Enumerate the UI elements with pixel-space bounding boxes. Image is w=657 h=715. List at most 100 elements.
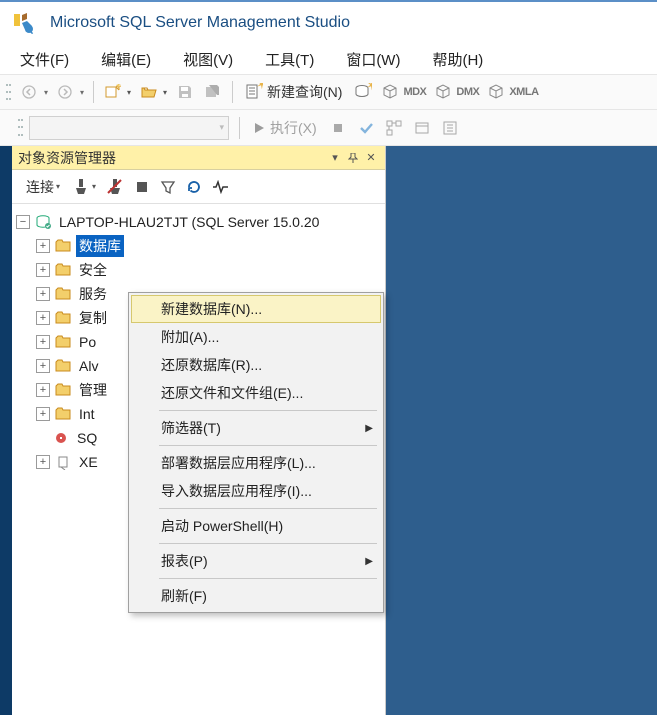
- expand-icon[interactable]: +: [36, 287, 50, 301]
- activity-icon[interactable]: [208, 175, 234, 199]
- tree-label: 管理: [76, 379, 110, 401]
- debug-button[interactable]: [325, 115, 351, 141]
- menu-edit[interactable]: 编辑(E): [87, 45, 165, 74]
- ctx-filter[interactable]: 筛选器(T)▶: [131, 414, 381, 442]
- intellisense-button[interactable]: [437, 115, 463, 141]
- menu-help[interactable]: 帮助(H): [418, 45, 497, 74]
- submenu-arrow-icon: ▶: [365, 556, 373, 567]
- menu-view[interactable]: 视图(V): [169, 45, 247, 74]
- save-button[interactable]: [172, 79, 198, 105]
- ctx-new-database[interactable]: 新建数据库(N)...: [131, 295, 381, 323]
- connect-server-icon[interactable]: ▾: [68, 175, 100, 199]
- object-explorer-toolbar: 连接▾ ▾: [12, 170, 385, 204]
- folder-icon: [54, 333, 72, 351]
- sql-toolbar: ▾ 执行(X): [0, 110, 657, 146]
- estimated-plan-button[interactable]: [381, 115, 407, 141]
- expand-icon[interactable]: +: [36, 335, 50, 349]
- query-options-button[interactable]: [409, 115, 435, 141]
- stop-icon[interactable]: [130, 175, 154, 199]
- connect-button[interactable]: 连接▾: [18, 175, 66, 199]
- ctx-powershell[interactable]: 启动 PowerShell(H): [131, 512, 381, 540]
- menu-file[interactable]: 文件(F): [6, 45, 83, 74]
- expand-icon[interactable]: +: [36, 359, 50, 373]
- parse-button[interactable]: [353, 115, 379, 141]
- query-mdx-button[interactable]: MDX: [378, 79, 429, 105]
- folder-icon: [54, 261, 72, 279]
- menu-bar: 文件(F) 编辑(E) 视图(V) 工具(T) 窗口(W) 帮助(H): [0, 44, 657, 74]
- folder-icon: [54, 357, 72, 375]
- menu-separator: [159, 410, 377, 411]
- execute-button[interactable]: 执行(X): [246, 115, 323, 141]
- ctx-import-dac[interactable]: 导入数据层应用程序(I)...: [131, 477, 381, 505]
- ctx-attach[interactable]: 附加(A)...: [131, 323, 381, 351]
- tree-node-databases[interactable]: + 数据库: [14, 234, 383, 258]
- collapse-icon[interactable]: −: [16, 215, 30, 229]
- tree-label: Alv: [76, 357, 101, 375]
- query-xmla-button[interactable]: XMLA: [484, 79, 541, 105]
- new-query-button[interactable]: ✶ 新建查询(N): [239, 79, 348, 105]
- document-area: [386, 146, 657, 715]
- menu-separator: [159, 445, 377, 446]
- expand-icon[interactable]: +: [36, 407, 50, 421]
- ctx-refresh[interactable]: 刷新(F): [131, 582, 381, 610]
- folder-icon: [54, 381, 72, 399]
- menu-separator: [159, 508, 377, 509]
- panel-menu-icon[interactable]: ▾: [327, 150, 343, 166]
- new-project-button[interactable]: ✶ ▾: [100, 79, 134, 105]
- expand-icon[interactable]: +: [36, 383, 50, 397]
- folder-icon: [54, 285, 72, 303]
- tree-server-node[interactable]: − LAPTOP-HLAU2TJT (SQL Server 15.0.20: [14, 210, 383, 234]
- tree-label: XE: [76, 453, 101, 471]
- new-query-label: 新建查询(N): [267, 82, 342, 102]
- tree-label: Po: [76, 333, 99, 351]
- expand-icon[interactable]: +: [36, 455, 50, 469]
- menu-tools[interactable]: 工具(T): [251, 45, 328, 74]
- standard-toolbar: ▾ ▾ ✶ ▾ ▾ ✶ 新建查询(N) ✶ MDX DMX XMLA: [0, 74, 657, 110]
- close-icon[interactable]: ✕: [363, 150, 379, 166]
- nav-back-button[interactable]: ▾: [17, 79, 51, 105]
- refresh-icon[interactable]: [182, 175, 206, 199]
- expand-icon[interactable]: +: [36, 311, 50, 325]
- filter-icon[interactable]: [156, 175, 180, 199]
- title-bar: Microsoft SQL Server Management Studio: [0, 0, 657, 44]
- folder-icon: [54, 309, 72, 327]
- tree-label: Int: [76, 405, 98, 423]
- app-icon: [10, 10, 36, 36]
- dock-strip: [0, 146, 12, 715]
- app-title: Microsoft SQL Server Management Studio: [50, 14, 350, 32]
- folder-icon: [54, 405, 72, 423]
- folder-icon: [54, 237, 72, 255]
- ctx-restore-db[interactable]: 还原数据库(R)...: [131, 351, 381, 379]
- menu-separator: [159, 543, 377, 544]
- query-dmx-button[interactable]: DMX: [431, 79, 482, 105]
- query-de-button[interactable]: ✶: [350, 79, 376, 105]
- toolbar-grip[interactable]: [18, 117, 25, 139]
- save-all-button[interactable]: [200, 79, 226, 105]
- expand-icon[interactable]: +: [36, 239, 50, 253]
- menu-window[interactable]: 窗口(W): [332, 45, 414, 74]
- expand-icon[interactable]: +: [36, 263, 50, 277]
- ctx-reports[interactable]: 报表(P)▶: [131, 547, 381, 575]
- chevron-down-icon: ▾: [219, 122, 224, 133]
- database-combo[interactable]: ▾: [29, 116, 229, 140]
- svg-text:✶: ✶: [366, 83, 372, 93]
- tree-label: 安全: [76, 259, 110, 281]
- menu-separator: [159, 578, 377, 579]
- tree-node-security[interactable]: + 安全: [14, 258, 383, 282]
- open-file-button[interactable]: ▾: [136, 79, 170, 105]
- agent-icon: [52, 429, 70, 447]
- pin-icon[interactable]: [345, 150, 361, 166]
- nav-forward-button[interactable]: ▾: [53, 79, 87, 105]
- svg-text:✶: ✶: [117, 84, 121, 93]
- ctx-deploy-dac[interactable]: 部署数据层应用程序(L)...: [131, 449, 381, 477]
- xevent-icon: [54, 453, 72, 471]
- toolbar-grip[interactable]: [6, 81, 13, 103]
- disconnect-icon[interactable]: [102, 175, 128, 199]
- tree-label: 数据库: [76, 235, 124, 257]
- ctx-restore-fg[interactable]: 还原文件和文件组(E)...: [131, 379, 381, 407]
- svg-text:✶: ✶: [256, 83, 263, 92]
- tree-label: SQ: [74, 429, 100, 447]
- context-menu: 新建数据库(N)... 附加(A)... 还原数据库(R)... 还原文件和文件…: [128, 292, 384, 613]
- server-icon: [34, 213, 52, 231]
- object-explorer-header: 对象资源管理器 ▾ ✕: [12, 146, 385, 170]
